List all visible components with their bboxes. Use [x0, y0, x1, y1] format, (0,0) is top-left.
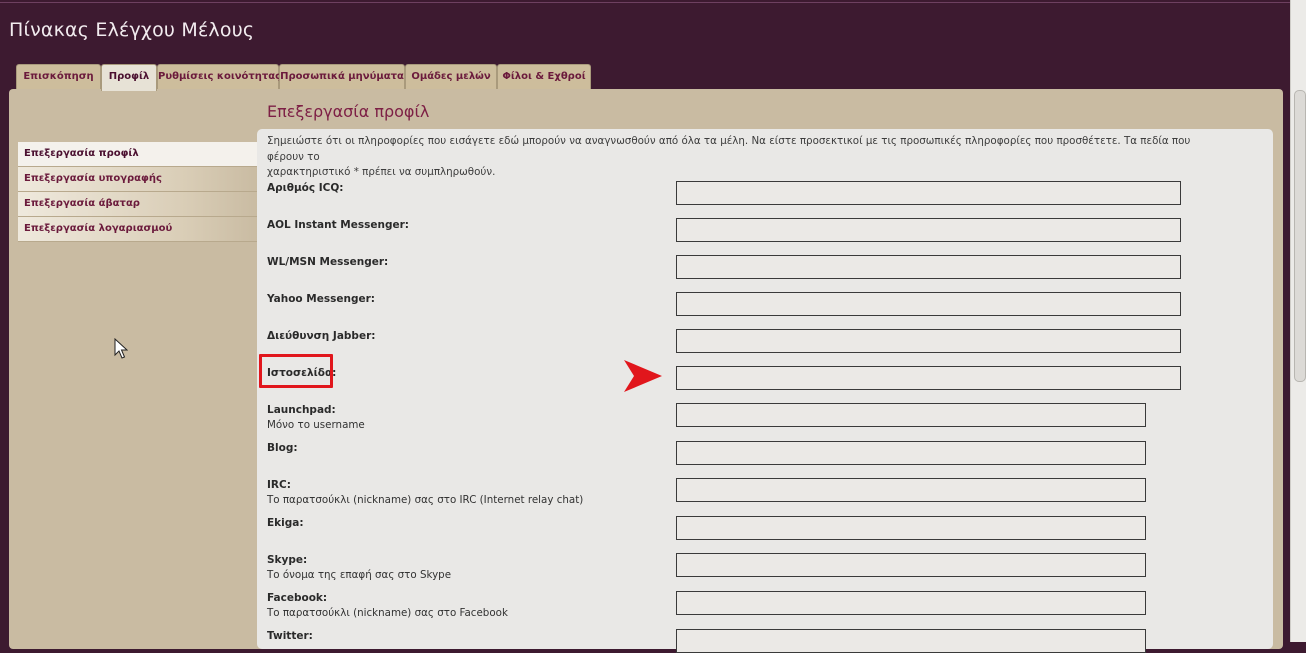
field-label-skype: Skype:	[267, 554, 308, 566]
tab-usergroups[interactable]: Ομάδες μελών	[405, 64, 497, 89]
field-label-msn: WL/MSN Messenger:	[267, 256, 389, 268]
field-label-blog: Blog:	[267, 442, 298, 454]
notice-line-1: Σημειώστε ότι οι πληροφορίες που εισάγετ…	[267, 135, 1191, 163]
jabber-field[interactable]	[676, 329, 1181, 353]
field-label-facebook: Facebook:	[267, 592, 328, 604]
aim-field[interactable]	[676, 218, 1181, 242]
yahoo-field[interactable]	[676, 292, 1181, 316]
field-label-ekiga: Ekiga:	[267, 517, 304, 529]
arrow-right-icon	[624, 360, 662, 392]
field-label-yahoo: Yahoo Messenger:	[267, 293, 375, 305]
tab-private-messages[interactable]: Προσωπικά μηνύματα	[279, 64, 405, 89]
skype-field[interactable]	[676, 553, 1146, 577]
ekiga-field[interactable]	[676, 516, 1146, 540]
tab-board-preferences[interactable]: Ρυθμίσεις κοινότητας	[157, 64, 281, 89]
field-label-twitter: Twitter:	[267, 630, 313, 642]
field-label-launchpad: Launchpad:	[267, 404, 336, 416]
top-divider	[0, 2, 1290, 3]
form-notice: Σημειώστε ότι οι πληροφορίες που εισάγετ…	[267, 134, 1217, 181]
field-help-facebook: Το παρατσούκλι (nickname) σας στο Facebo…	[267, 607, 508, 619]
facebook-field[interactable]	[676, 591, 1146, 615]
page-title: Πίνακας Ελέγχου Μέλους	[9, 19, 255, 41]
icq-field[interactable]	[676, 181, 1181, 205]
field-label-icq: Αριθμός ICQ:	[267, 182, 344, 194]
field-label-aim: AOL Instant Messenger:	[267, 219, 409, 231]
irc-field[interactable]	[676, 478, 1146, 502]
tab-profile[interactable]: Προφίλ	[101, 64, 157, 91]
notice-line-2: χαρακτηριστικό * πρέπει να συμπληρωθούν.	[267, 166, 496, 178]
highlight-box-website	[259, 354, 333, 388]
sidebar-item-edit-account[interactable]: Επεξεργασία λογαριασμού	[18, 217, 258, 242]
field-help-launchpad: Μόνο το username	[267, 419, 365, 431]
section-title: Επεξεργασία προφίλ	[267, 102, 430, 121]
sidebar-item-edit-avatar[interactable]: Επεξεργασία άβαταρ	[18, 192, 258, 217]
msn-field[interactable]	[676, 255, 1181, 279]
launchpad-field[interactable]	[676, 403, 1146, 427]
sidebar-item-edit-signature[interactable]: Επεξεργασία υπογραφής	[18, 167, 258, 192]
sidebar-menu: Επεξεργασία προφίλ Επεξεργασία υπογραφής…	[18, 142, 258, 242]
mouse-pointer-icon	[114, 338, 128, 359]
scrollbar-thumb[interactable]	[1294, 90, 1306, 382]
vertical-scrollbar[interactable]	[1290, 0, 1306, 642]
field-help-skype: Το όνομα της επαφή σας στο Skype	[267, 569, 452, 581]
website-field[interactable]	[676, 366, 1181, 390]
tab-friends-foes[interactable]: Φίλοι & Εχθροί	[497, 64, 591, 89]
sidebar-item-edit-profile[interactable]: Επεξεργασία προφίλ	[18, 142, 258, 167]
blog-field[interactable]	[676, 441, 1146, 465]
tab-overview[interactable]: Επισκόπηση	[16, 64, 101, 89]
field-help-irc: Το παρατσούκλι (nickname) σας στο IRC (I…	[267, 494, 584, 506]
field-label-irc: IRC:	[267, 479, 291, 491]
field-label-jabber: Διεύθυνση Jabber:	[267, 330, 376, 342]
twitter-field[interactable]	[676, 629, 1146, 653]
